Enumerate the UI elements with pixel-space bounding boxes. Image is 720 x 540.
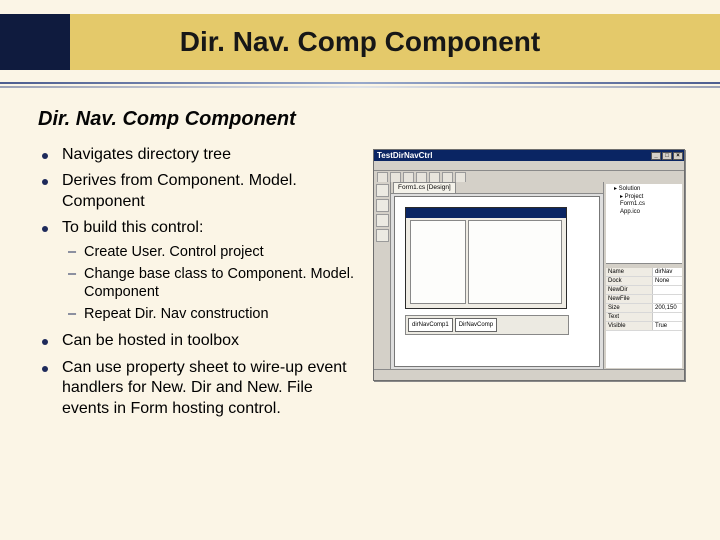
title-band: Dir. Nav. Comp Component	[0, 14, 720, 70]
toolbar-button[interactable]	[455, 172, 466, 183]
toolbox-item[interactable]	[376, 214, 389, 227]
tree-node[interactable]: ▸ Project	[608, 194, 680, 202]
ide-body: Form1.cs [Design]	[374, 182, 684, 370]
document-tab[interactable]: Form1.cs [Design]	[393, 182, 456, 193]
maximize-button[interactable]: □	[662, 152, 672, 160]
bullet-list: Navigates directory tree Derives from Co…	[38, 145, 358, 419]
ide-statusbar	[374, 369, 684, 380]
designer-surface[interactable]: dirNavComp1 DirNavComp	[394, 196, 600, 367]
bullet-text: Can use property sheet to wire-up event …	[62, 359, 347, 417]
toolbar-button[interactable]	[442, 172, 453, 183]
groupbox-files[interactable]	[468, 220, 562, 304]
divider-rule	[0, 82, 720, 88]
sub-bullet-item: Repeat Dir. Nav construction	[62, 305, 358, 323]
minimize-button[interactable]: _	[651, 152, 661, 160]
bullet-item: Can be hosted in toolbox	[38, 331, 358, 351]
slide: Dir. Nav. Comp Component Dir. Nav. Comp …	[0, 0, 720, 540]
designer-panel: Form1.cs [Design]	[391, 182, 603, 370]
sub-bullet-text: Change base class to Component. Model. C…	[84, 266, 354, 300]
tree-node[interactable]: App.ico	[608, 209, 680, 217]
form-titlebar	[406, 208, 566, 218]
toolbox-item[interactable]	[376, 229, 389, 242]
form-preview[interactable]	[405, 207, 567, 309]
bullet-item: Derives from Component. Model. Component	[38, 171, 358, 212]
sub-bullet-item: Change base class to Component. Model. C…	[62, 265, 358, 301]
sub-bullet-list: Create User. Control project Change base…	[62, 243, 358, 324]
property-grid[interactable]: NamedirNav DockNone NewDir NewFile Size2…	[606, 268, 682, 368]
toolbar-button[interactable]	[429, 172, 440, 183]
ide-titlebar: TestDirNavCtrl _ □ ×	[374, 150, 684, 161]
image-column: TestDirNavCtrl _ □ ×	[358, 145, 700, 381]
sub-bullet-text: Repeat Dir. Nav construction	[84, 306, 269, 322]
bullet-item: Can use property sheet to wire-up event …	[38, 358, 358, 419]
slide-title: Dir. Nav. Comp Component	[0, 14, 720, 70]
columns: Navigates directory tree Derives from Co…	[38, 145, 700, 425]
groupbox-directories[interactable]	[410, 220, 466, 304]
slide-body: Dir. Nav. Comp Component Navigates direc…	[38, 108, 700, 520]
sub-bullet-item: Create User. Control project	[62, 243, 358, 261]
tree-node[interactable]: ▸ Solution	[608, 186, 680, 194]
component-tray: dirNavComp1 DirNavComp	[405, 315, 569, 335]
bullet-text: Can be hosted in toolbox	[62, 332, 239, 349]
bullet-text: Derives from Component. Model. Component	[62, 172, 297, 209]
toolbar-button[interactable]	[390, 172, 401, 183]
toolbar-button[interactable]	[377, 172, 388, 183]
ide-screenshot: TestDirNavCtrl _ □ ×	[373, 149, 685, 381]
text-column: Navigates directory tree Derives from Co…	[38, 145, 358, 425]
ide-window-title: TestDirNavCtrl	[377, 150, 432, 161]
subheading: Dir. Nav. Comp Component	[38, 108, 700, 131]
window-buttons: _ □ ×	[651, 152, 684, 160]
toolbar-button[interactable]	[416, 172, 427, 183]
component-chip[interactable]: DirNavComp	[455, 318, 497, 332]
form-body	[410, 220, 562, 304]
bullet-text: Navigates directory tree	[62, 146, 231, 163]
bullet-item: To build this control: Create User. Cont…	[38, 218, 358, 323]
sub-bullet-text: Create User. Control project	[84, 244, 264, 260]
toolbox-item[interactable]	[376, 199, 389, 212]
toolbox-panel	[374, 182, 391, 370]
solution-explorer[interactable]: ▸ Solution ▸ Project Form1.cs App.ico	[606, 184, 682, 264]
right-panels: ▸ Solution ▸ Project Form1.cs App.ico Na…	[603, 182, 684, 370]
document-tabstrip: Form1.cs [Design]	[391, 182, 603, 194]
toolbar-button[interactable]	[403, 172, 414, 183]
tree-node[interactable]: Form1.cs	[608, 201, 680, 209]
bullet-item: Navigates directory tree	[38, 145, 358, 165]
toolbox-item[interactable]	[376, 184, 389, 197]
component-chip[interactable]: dirNavComp1	[408, 318, 453, 332]
ide-menubar[interactable]	[374, 161, 684, 171]
bullet-text: To build this control:	[62, 219, 203, 236]
close-button[interactable]: ×	[673, 152, 683, 160]
